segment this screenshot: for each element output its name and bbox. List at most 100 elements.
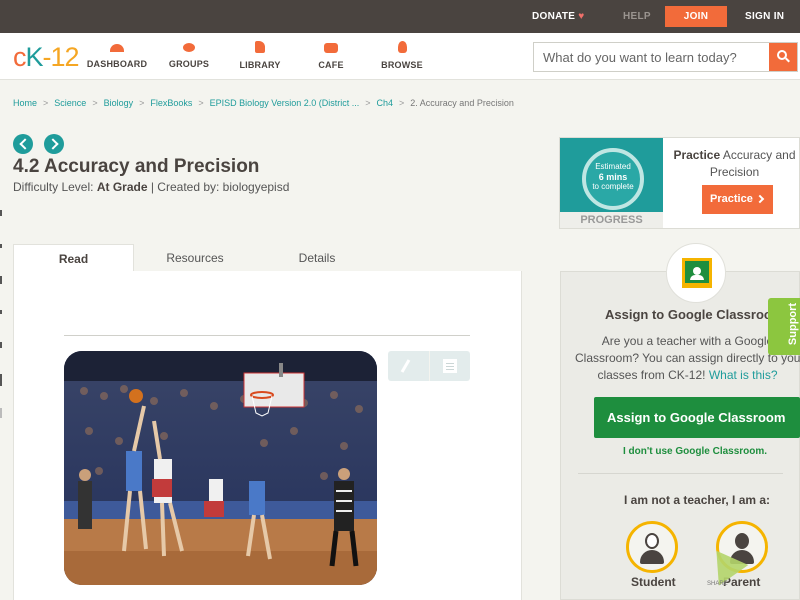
- content-divider: [64, 335, 470, 336]
- browse-icon: [397, 41, 407, 53]
- practice-button-label: Practice: [710, 193, 753, 205]
- breadcrumb-flexbooks[interactable]: FlexBooks: [150, 98, 192, 108]
- practice-button[interactable]: Practice: [702, 185, 773, 214]
- nav-dashboard-label: DASHBOARD: [86, 59, 148, 69]
- annotation-toolbar: [388, 351, 470, 381]
- practice-title-rest: Accuracy and Precision: [709, 148, 796, 179]
- side-tool-mark[interactable]: [0, 210, 2, 216]
- estimated-minutes: 6 mins: [598, 172, 628, 182]
- tab-resources[interactable]: Resources: [134, 244, 256, 272]
- assign-desc-line1: Are you a teacher with a Google: [601, 334, 774, 348]
- nav-cafe[interactable]: CAFE: [296, 41, 366, 70]
- breadcrumb-sep: >: [92, 98, 98, 108]
- nav-cafe-label: CAFE: [318, 60, 344, 70]
- side-tool-mark[interactable]: [0, 342, 2, 348]
- practice-card: Estimated 6 mins to complete PROGRESS Pr…: [559, 137, 800, 229]
- previous-lesson-button[interactable]: [13, 134, 33, 154]
- breadcrumb-chapter[interactable]: Ch4: [377, 98, 394, 108]
- side-tool-mark[interactable]: [0, 374, 2, 386]
- practice-title: Practice Accuracy and Precision: [668, 147, 800, 181]
- donate-label: DONATE: [532, 11, 576, 22]
- progress-label: PROGRESS: [560, 212, 663, 228]
- page-title: 4.2 Accuracy and Precision: [13, 156, 260, 177]
- breadcrumb-sep: >: [139, 98, 145, 108]
- role-prompt: I am not a teacher, I am a:: [624, 493, 771, 507]
- pencil-icon[interactable]: [400, 359, 411, 373]
- breadcrumb-sep: >: [399, 98, 405, 108]
- nav-browse[interactable]: BROWSE: [367, 41, 437, 70]
- progress-ring: Estimated 6 mins to complete: [582, 148, 644, 210]
- difficulty-prefix: Difficulty Level:: [13, 180, 94, 194]
- search-input[interactable]: [534, 43, 769, 71]
- assign-divider: [578, 473, 783, 474]
- search-box: [533, 42, 798, 72]
- search-button[interactable]: [769, 43, 797, 71]
- nav-library[interactable]: LIBRARY: [225, 41, 295, 70]
- dashboard-icon: [110, 44, 124, 52]
- support-label: Support: [787, 302, 800, 346]
- breadcrumb-book[interactable]: EPISD Biology Version 2.0 (District ...: [210, 98, 360, 108]
- breadcrumb: Home > Science > Biology > FlexBooks > EPISD Bio…: [13, 98, 514, 108]
- nav-browse-label: BROWSE: [381, 60, 423, 70]
- breadcrumb-sep: >: [198, 98, 204, 108]
- lesson-image: [64, 351, 377, 585]
- student-icon: [645, 533, 659, 549]
- logo-12: -12: [42, 42, 80, 72]
- assign-desc-line2: Classroom? You can assign directly to yo…: [575, 351, 800, 365]
- sign-in-link[interactable]: SIGN IN: [745, 0, 784, 33]
- search-icon-handle: [785, 57, 790, 63]
- difficulty-line: Difficulty Level: At Grade | Created by:…: [13, 180, 289, 194]
- google-classroom-logo: [666, 243, 726, 303]
- side-tool-mark[interactable]: [0, 244, 2, 248]
- site-header: cK-12 DASHBOARD GROUPS LIBRARY CAFE BROW…: [0, 33, 800, 80]
- donate-link[interactable]: DONATE ♥: [532, 0, 585, 33]
- cafe-icon: [324, 43, 338, 53]
- side-tool-mark[interactable]: [0, 408, 2, 418]
- next-lesson-button[interactable]: [44, 134, 64, 154]
- breadcrumb-science[interactable]: Science: [54, 98, 86, 108]
- ck12-logo[interactable]: cK-12: [13, 42, 80, 73]
- join-button[interactable]: JOIN: [665, 6, 727, 27]
- share-label[interactable]: SHARE: [707, 581, 728, 587]
- chevron-right-icon: [755, 194, 765, 204]
- heart-icon: ♥: [578, 11, 585, 22]
- classroom-board: [685, 261, 709, 283]
- assign-description: Are you a teacher with a Google Classroo…: [575, 333, 800, 384]
- top-bar: DONATE ♥ HELP JOIN SIGN IN: [0, 0, 800, 33]
- help-link[interactable]: HELP: [623, 0, 651, 33]
- difficulty-value: At Grade: [96, 180, 148, 194]
- what-is-this-link[interactable]: What is this?: [709, 368, 778, 382]
- side-tool-mark[interactable]: [0, 276, 2, 284]
- google-classroom-icon: [682, 258, 712, 288]
- student-label[interactable]: Student: [631, 575, 676, 589]
- created-by: | Created by: biologyepisd: [150, 180, 290, 194]
- groups-icon: [183, 43, 195, 52]
- practice-title-bold: Practice: [673, 148, 721, 162]
- toolbar-divider: [429, 351, 430, 381]
- tab-read[interactable]: Read: [13, 244, 134, 272]
- assign-google-classroom-button[interactable]: Assign to Google Classroom: [594, 397, 800, 438]
- nav-dashboard[interactable]: DASHBOARD: [82, 41, 152, 69]
- side-tool-mark[interactable]: [0, 310, 2, 314]
- notes-icon[interactable]: [443, 359, 457, 373]
- classroom-person-head: [693, 267, 701, 275]
- library-icon: [255, 41, 265, 53]
- support-tab[interactable]: Support: [768, 298, 800, 355]
- breadcrumb-home[interactable]: Home: [13, 98, 37, 108]
- to-complete-label: to complete: [592, 182, 634, 191]
- assign-title: Assign to Google Classroom: [605, 307, 784, 322]
- nav-groups-label: GROUPS: [168, 59, 210, 69]
- nav-groups[interactable]: GROUPS: [154, 41, 224, 69]
- logo-c: c: [13, 42, 26, 72]
- breadcrumb-sep: >: [43, 98, 49, 108]
- student-role-button[interactable]: [626, 521, 678, 573]
- breadcrumb-current: 2. Accuracy and Precision: [410, 98, 514, 108]
- classroom-person-body: [690, 275, 704, 280]
- breadcrumb-sep: >: [365, 98, 371, 108]
- tab-details[interactable]: Details: [256, 244, 378, 272]
- no-google-classroom-link[interactable]: I don't use Google Classroom.: [623, 446, 767, 457]
- parent-icon: [735, 533, 749, 549]
- progress-panel: Estimated 6 mins to complete PROGRESS: [560, 138, 663, 228]
- breadcrumb-biology[interactable]: Biology: [104, 98, 134, 108]
- assign-desc-line3: classes from CK-12!: [597, 368, 706, 382]
